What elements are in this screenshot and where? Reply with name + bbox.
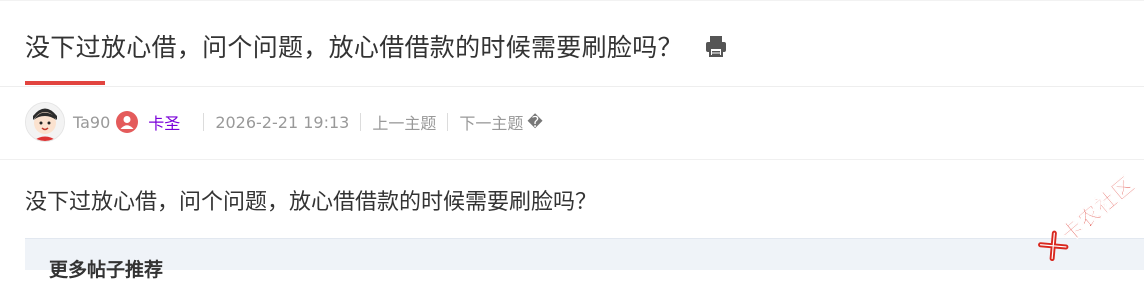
post-datetime: 2026-2-21 19:13 — [215, 112, 350, 132]
user-icon — [116, 111, 139, 133]
post-content: 没下过放心借，问个问题，放心借借款的时候需要刷脸吗？ — [25, 190, 598, 215]
next-thread-link[interactable]: 下一主题 — [459, 110, 523, 134]
meta-separator — [203, 113, 205, 131]
user-group[interactable]: 卡圣 — [148, 110, 180, 134]
recommend-title: 更多帖子推荐 — [49, 259, 164, 281]
watermark-text: 卡农社区 — [1056, 171, 1140, 247]
thread-header: 没下过放心借，问个问题，放心借借款的时候需要刷脸吗？ — [25, 26, 729, 66]
title-accent-bar — [25, 81, 105, 85]
print-icon[interactable] — [703, 33, 729, 59]
meta-divider — [0, 159, 1144, 160]
author-name[interactable]: Ta90 — [73, 113, 110, 132]
top-border — [0, 0, 1144, 1]
thread-title: 没下过放心借，问个问题，放心借借款的时候需要刷脸吗？ — [25, 33, 683, 62]
prev-thread-link[interactable]: 上一主题 — [372, 110, 436, 134]
meta-separator — [447, 113, 449, 131]
meta-separator — [360, 113, 362, 131]
header-divider — [0, 86, 1144, 87]
question-mark-icon: � — [527, 113, 543, 131]
thread-meta: Ta90 卡圣 2026-2-21 19:13 上一主题 下一主题 � — [25, 102, 543, 142]
avatar[interactable] — [25, 102, 65, 142]
recommend-section: 更多帖子推荐 — [25, 238, 1144, 281]
